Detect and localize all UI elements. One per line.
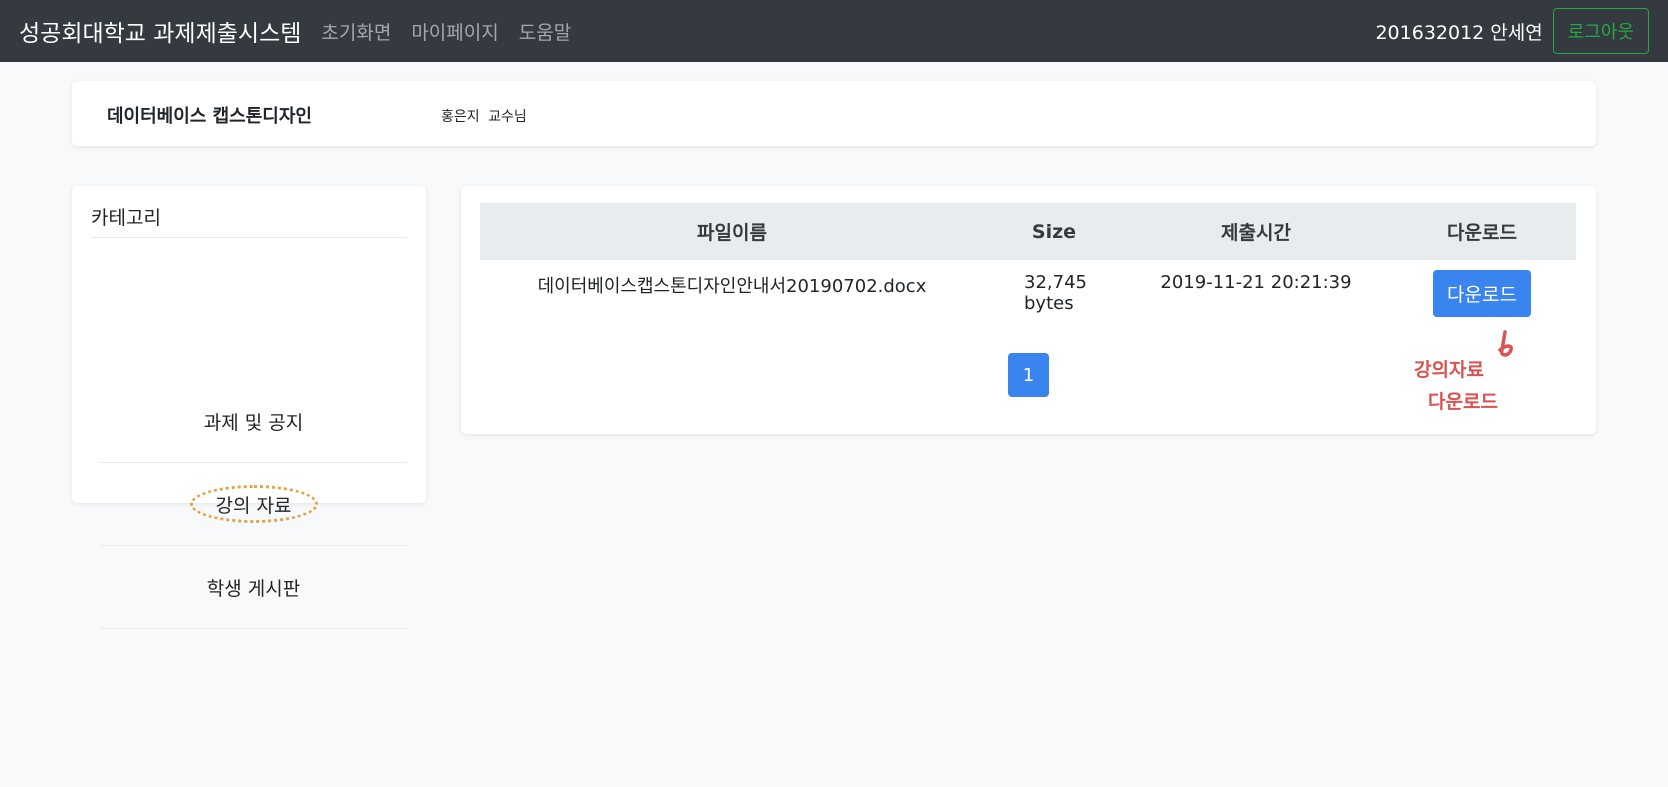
nav-link-home[interactable]: 초기화면 bbox=[321, 18, 391, 45]
nav-link-mypage[interactable]: 마이페이지 bbox=[411, 18, 498, 45]
brand-title[interactable]: 성공회대학교 과제제출시스템 bbox=[19, 14, 301, 48]
category-header: 카테고리 bbox=[91, 203, 407, 238]
annotation-pointer-icon bbox=[1498, 330, 1513, 357]
category-item-lecture-materials[interactable]: 강의 자료 bbox=[100, 463, 407, 546]
cell-size: 32,745 bytes bbox=[1024, 272, 1087, 314]
table-row: 데이터베이스캡스톤디자인안내서20190702.docx 32,745 byte… bbox=[480, 260, 1576, 332]
category-item-label: 강의 자료 bbox=[215, 494, 292, 517]
navbar: 성공회대학교 과제제출시스템 초기화면 마이페이지 도움말 201632012 … bbox=[0, 0, 1668, 62]
category-item-student-board[interactable]: 학생 게시판 bbox=[100, 546, 407, 629]
category-item-label: 학생 게시판 bbox=[206, 577, 301, 600]
cell-download: 다운로드 bbox=[1388, 260, 1576, 332]
category-card: 카테고리 과제 및 공지 강의 자료 학생 게시판 bbox=[72, 186, 426, 629]
download-button[interactable]: 다운로드 bbox=[1433, 270, 1531, 317]
column-header-download: 다운로드 bbox=[1388, 203, 1576, 260]
table-header-row: 파일이름 Size 제출시간 다운로드 bbox=[480, 203, 1576, 260]
annotation-text-line1: 강의자료 bbox=[1414, 359, 1484, 381]
annotation-text-line2: 다운로드 bbox=[1428, 391, 1498, 413]
column-header-size: Size bbox=[984, 203, 1124, 260]
navbar-right: 201632012 안세연 로그아웃 bbox=[1375, 8, 1649, 54]
cell-filename: 데이터베이스캡스톤디자인안내서20190702.docx bbox=[537, 276, 927, 297]
category-item-label: 과제 및 공지 bbox=[203, 411, 304, 434]
nav-link-help[interactable]: 도움말 bbox=[519, 18, 571, 45]
pagination-page-1[interactable]: 1 bbox=[1008, 353, 1049, 397]
handwritten-annotation: 강의자료 다운로드 bbox=[1414, 330, 1513, 413]
category-item-assignments[interactable]: 과제 및 공지 bbox=[100, 380, 407, 463]
course-info-card: 데이터베이스 캡스톤디자인 홍은지 교수님 bbox=[72, 81, 1596, 146]
course-title: 데이터베이스 캡스톤디자인 bbox=[107, 106, 312, 127]
user-info: 201632012 안세연 bbox=[1375, 21, 1543, 44]
professor-name: 홍은지 교수님 bbox=[441, 109, 527, 125]
column-header-filename: 파일이름 bbox=[480, 203, 984, 260]
cell-time: 2019-11-21 20:21:39 bbox=[1160, 272, 1352, 293]
logout-button[interactable]: 로그아웃 bbox=[1552, 8, 1649, 54]
column-header-time: 제출시간 bbox=[1124, 203, 1388, 260]
files-table: 파일이름 Size 제출시간 다운로드 데이터베이스캡스톤디자인안내서20190… bbox=[480, 203, 1576, 332]
